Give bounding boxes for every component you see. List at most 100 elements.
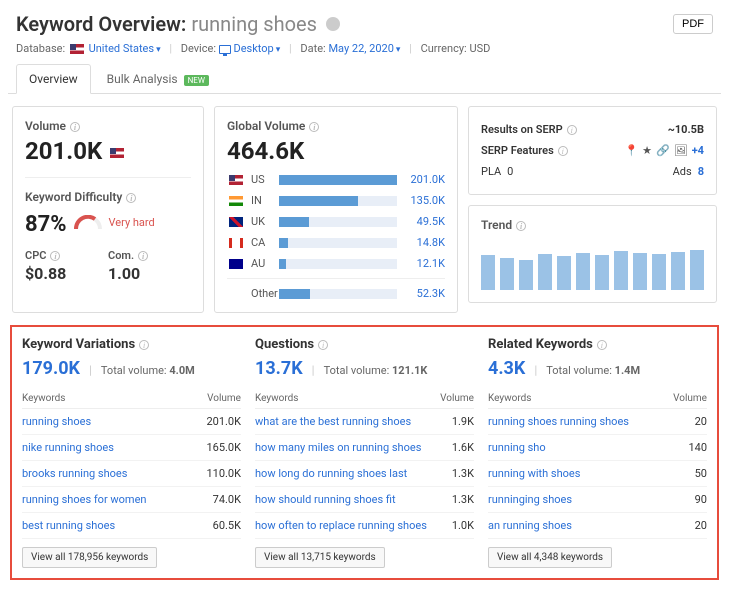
features-more[interactable]: +4 <box>692 144 704 157</box>
keyword-link[interactable]: running shoes for women <box>22 493 147 506</box>
info-icon[interactable]: i <box>318 340 328 350</box>
info-icon[interactable]: i <box>50 251 60 261</box>
trend-bar <box>690 250 704 290</box>
keyword-volume: 1.6K <box>452 441 474 454</box>
link-icon: 🔗 <box>656 144 670 157</box>
keyword-volume: 201.0K <box>206 415 241 428</box>
new-badge: NEW <box>184 75 209 86</box>
view-all-questions-button[interactable]: View all 13,715 keywords <box>255 547 385 568</box>
country-code: CA <box>251 236 273 249</box>
country-volume[interactable]: 12.1K <box>403 257 445 270</box>
volume-value: 201.0K <box>25 137 191 165</box>
ads-label: Ads <box>673 165 692 178</box>
keyword-link[interactable]: running shoes <box>22 415 91 428</box>
keyword-link[interactable]: an running shoes <box>488 519 572 532</box>
metrics-grid: Volumei 201.0K Keyword Difficultyi 87% V… <box>0 94 729 325</box>
info-icon[interactable]: i <box>126 193 136 203</box>
keyword-volume: 90 <box>695 493 707 506</box>
table-row: brooks running shoes110.0K <box>22 461 241 487</box>
keyword-volume: 60.5K <box>213 519 241 532</box>
gear-icon[interactable] <box>326 17 340 31</box>
us-flag-icon <box>229 175 243 185</box>
keyword-link[interactable]: brooks running shoes <box>22 467 127 480</box>
uk-flag-icon <box>229 217 243 227</box>
currency-value: USD <box>469 42 490 55</box>
country-row: AU 12.1K <box>227 257 445 270</box>
keyword-link[interactable]: best running shoes <box>22 519 115 532</box>
us-flag-icon <box>110 148 124 158</box>
com-value: 1.00 <box>108 264 191 283</box>
image-icon: 🖼 <box>674 144 688 157</box>
keyword-link[interactable]: running with shoes <box>488 467 580 480</box>
keyword-volume: 140 <box>688 441 707 454</box>
country-volume[interactable]: 201.0K <box>403 173 445 186</box>
keyword-volume: 50 <box>695 467 707 480</box>
difficulty-text: Very hard <box>109 216 155 229</box>
serp-feature-icons: 📍 ★ 🔗 🖼 +4 <box>624 144 704 157</box>
cpc-value: $0.88 <box>25 264 108 283</box>
keyword-volume: 74.0K <box>213 493 241 506</box>
info-icon[interactable]: i <box>138 251 148 261</box>
us-flag-icon <box>70 44 84 54</box>
date-selector[interactable]: May 22, 2020▾ <box>328 42 400 55</box>
device-selector[interactable]: Desktop▾ <box>233 42 280 55</box>
pla-value: 0 <box>507 165 513 178</box>
keyword-link[interactable]: how long do running shoes last <box>255 467 407 480</box>
info-icon[interactable]: i <box>516 221 526 231</box>
keyword-link[interactable]: running sho <box>488 441 546 454</box>
table-row: what are the best running shoes1.9K <box>255 409 474 435</box>
filter-bar: Database: United States▾ | Device: Deskt… <box>0 42 729 63</box>
tab-overview[interactable]: Overview <box>16 64 91 94</box>
com-label: Com.i <box>108 249 191 262</box>
related-title: Related Keywords <box>488 337 593 352</box>
pdf-button[interactable]: PDF <box>673 14 713 34</box>
trend-bar <box>557 256 571 290</box>
keyword-link[interactable]: runninging shoes <box>488 493 572 506</box>
keyword-link[interactable]: what are the best running shoes <box>255 415 411 428</box>
keyword-link[interactable]: nike running shoes <box>22 441 114 454</box>
view-all-related-button[interactable]: View all 4,348 keywords <box>488 547 612 568</box>
country-code: US <box>251 173 273 186</box>
other-label: Other <box>251 287 273 300</box>
trend-bar <box>500 258 514 291</box>
trend-bar <box>481 255 495 290</box>
global-volume-value: 464.6K <box>227 137 445 165</box>
trend-bar <box>671 252 685 290</box>
page-header: Keyword Overview: running shoes PDF <box>0 0 729 42</box>
related-count: 4.3K <box>488 358 525 379</box>
volume-card: Volumei 201.0K Keyword Difficultyi 87% V… <box>12 106 204 313</box>
country-volume[interactable]: 135.0K <box>403 194 445 207</box>
in-flag-icon <box>229 196 243 206</box>
info-icon[interactable]: i <box>558 146 568 156</box>
keyword-link[interactable]: how often to replace running shoes <box>255 519 427 532</box>
country-code: IN <box>251 194 273 207</box>
country-volume[interactable]: 49.5K <box>403 215 445 228</box>
view-all-variations-button[interactable]: View all 178,956 keywords <box>22 547 157 568</box>
country-volume[interactable]: 14.8K <box>403 236 445 249</box>
other-value: 52.3K <box>403 287 445 300</box>
info-icon[interactable]: i <box>597 340 607 350</box>
info-icon[interactable]: i <box>309 122 319 132</box>
tab-bulk-analysis[interactable]: Bulk Analysis NEW <box>94 64 222 94</box>
related-section: Related Keywordsi 4.3K | Total volume: 1… <box>488 337 707 568</box>
global-volume-label: Global Volumei <box>227 119 445 133</box>
gauge-icon <box>73 215 103 231</box>
keyword-link[interactable]: how should running shoes fit <box>255 493 396 506</box>
info-icon[interactable]: i <box>139 340 149 350</box>
info-icon[interactable]: i <box>70 122 80 132</box>
results-label: Results on SERPi <box>481 123 577 136</box>
serp-card: Results on SERPi ~10.5B SERP Featuresi 📍… <box>468 106 717 195</box>
keyword-volume: 20 <box>695 415 707 428</box>
pla-label: PLA <box>481 165 501 178</box>
ads-value[interactable]: 8 <box>698 165 704 178</box>
trend-bar <box>576 253 590 291</box>
db-selector[interactable]: United States▾ <box>89 42 161 55</box>
right-column: Results on SERPi ~10.5B SERP Featuresi 📍… <box>468 106 717 313</box>
info-icon[interactable]: i <box>567 125 577 135</box>
table-row: nike running shoes165.0K <box>22 435 241 461</box>
table-row: running shoes for women 74.0K <box>22 487 241 513</box>
keyword-link[interactable]: how many miles on running shoes <box>255 441 421 454</box>
page-title: Keyword Overview: running shoes <box>16 12 713 36</box>
keyword-value: running shoes <box>191 12 317 36</box>
keyword-link[interactable]: running shoes running shoes <box>488 415 629 428</box>
